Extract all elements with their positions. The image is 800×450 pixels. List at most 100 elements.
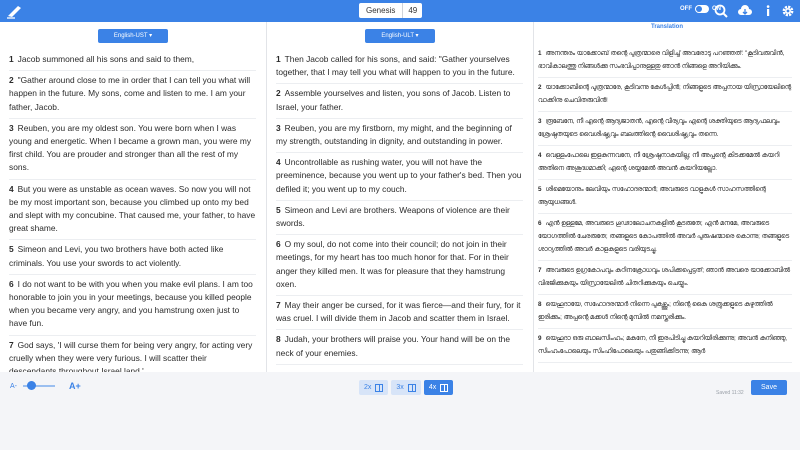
info-icon[interactable] xyxy=(760,3,776,19)
verse-row[interactable]: 2 Assemble yourselves and listen, you son… xyxy=(276,84,523,119)
verse-text: O my soul, do not come into their counci… xyxy=(276,239,509,289)
verse-number: 5 xyxy=(538,186,542,193)
verse-number: 7 xyxy=(538,267,542,274)
verse-number: 1 xyxy=(9,54,14,64)
verse-row[interactable]: 9 യെഹൂദാ ഒരു ബാലസിംഹം; മകനേ, നീ ഇരപിടിച്ച… xyxy=(538,329,792,363)
verse-number: 7 xyxy=(9,339,14,350)
verse-row[interactable]: 4 But you were as unstable as ocean waves… xyxy=(9,180,256,241)
verse-text: അവരുടെ ഉഗ്രകോപവും കഠിനക്രോധവും ശപിക്കപ്പ… xyxy=(538,267,790,287)
font-size-control: A- A+ xyxy=(10,381,81,391)
cloud-download-icon[interactable] xyxy=(737,3,753,19)
toggle-switch[interactable] xyxy=(695,5,709,13)
verse-row[interactable]: 3 Reuben, you are my firstborn, my might,… xyxy=(276,119,523,154)
pane-source-2: English-ULT 1Then Jacob called for his s… xyxy=(266,22,533,372)
verse-text: യെഹൂദാ ഒരു ബാലസിംഹം; മകനേ, നീ ഇരപിടിച്ചു… xyxy=(538,335,787,355)
verse-text: Assemble yourselves and listen, you sons… xyxy=(276,88,511,112)
layout-label: 2x xyxy=(364,384,372,391)
verse-text: ശിമെയോനും ലേവിയും സഹോദരന്മാർ; അവരുടെ വാള… xyxy=(538,186,766,206)
pen-logo-icon[interactable] xyxy=(6,3,24,19)
verse-row[interactable]: 5 Simeon and Levi are brothers. Weapons o… xyxy=(276,201,523,236)
pane-1-version-dropdown[interactable]: English-UST xyxy=(98,29,168,43)
chapter-number[interactable]: 49 xyxy=(402,3,422,18)
verse-row[interactable]: 5 Simeon and Levi, you two brothers have … xyxy=(9,240,256,275)
verse-text: Simeon and Levi are brothers. Weapons of… xyxy=(276,204,510,229)
verse-text: Reuben, you are my oldest son. You were … xyxy=(9,122,252,173)
verse-row[interactable]: 8 Judah, your brothers will praise you. Y… xyxy=(276,330,523,365)
verse-row[interactable]: 6 എൻ ഉള്ളമേ, അവരുടെ ഗൂഢാലോചനകളിൽ കൂടരുതേ;… xyxy=(538,214,792,261)
verse-row[interactable]: 2 യാക്കോബിന്റെ പുത്രന്മാരേ, കൂടിവന്നു കേൾ… xyxy=(538,78,792,112)
verse-number: 4 xyxy=(9,183,14,194)
pane-source-1: English-UST 1Jacob summoned all his sons… xyxy=(0,22,266,372)
verse-number: 8 xyxy=(276,334,281,345)
column-layout-buttons: 2x 3x 4x xyxy=(359,380,454,395)
verse-row[interactable]: 7 അവരുടെ ഉഗ്രകോപവും കഠിനക്രോധവും ശപിക്കപ്… xyxy=(538,261,792,295)
top-bar: Genesis 49 OFF ON xyxy=(0,0,800,22)
translation-verses[interactable]: 1 അനന്തരം യാക്കോബ് തന്റെ പുത്രന്മാരെ വിളി… xyxy=(538,44,792,363)
font-increase-button[interactable]: A+ xyxy=(69,381,81,391)
verse-row[interactable]: 1 അനന്തരം യാക്കോബ് തന്റെ പുത്രന്മാരെ വിളി… xyxy=(538,44,792,78)
saved-status: Saved 11:32 xyxy=(716,390,744,396)
verse-text: രൂബേനേ, നീ എന്റെ ആദ്യജാതൻ, എന്റെ വീര്യവു… xyxy=(538,118,780,138)
verse-row[interactable]: 1 Jacob summoned all his sons and said to… xyxy=(9,50,256,72)
verse-text: May their anger be cursed, for it was fi… xyxy=(276,300,521,324)
verse-text: Judah, your brothers will praise you. Yo… xyxy=(276,334,511,358)
verse-number: 4 xyxy=(276,157,281,168)
book-chapter-selector[interactable]: Genesis 49 xyxy=(359,3,423,18)
verse-text: Simeon and Levi, you two brothers have b… xyxy=(9,244,224,268)
search-icon[interactable] xyxy=(713,3,729,19)
layout-label: 3x xyxy=(396,384,404,391)
verse-row[interactable]: 4 Uncontrollable as rushing water, you wi… xyxy=(276,153,523,201)
gear-icon[interactable] xyxy=(780,3,796,19)
bottom-bar: A- A+ 2x 3x 4x Saved 11:32 Save xyxy=(0,372,800,450)
verse-number: 8 xyxy=(538,301,542,308)
pane-2-verses[interactable]: 1 Then Jacob called for his sons, and sai… xyxy=(276,50,523,365)
verse-row[interactable]: 6O my soul, do not come into their counc… xyxy=(276,235,523,297)
save-button[interactable]: Save xyxy=(751,380,787,395)
layout-3x-button[interactable]: 3x xyxy=(391,380,421,395)
verse-number: 2 xyxy=(276,88,281,99)
verse-row[interactable]: 8 യെഹൂദായേ, സഹോദരന്മാർ നിന്നെ പുകഴ്ത്തും;… xyxy=(538,295,792,329)
verse-text: എൻ ഉള്ളമേ, അവരുടെ ഗൂഢാലോചനകളിൽ കൂടരുതേ; … xyxy=(538,220,790,253)
layout-label: 4x xyxy=(428,384,437,391)
slider-handle[interactable] xyxy=(27,381,36,390)
font-size-slider[interactable] xyxy=(23,381,55,390)
verse-number: 4 xyxy=(538,152,542,159)
verse-row[interactable]: 7 God says, 'I will curse them for being … xyxy=(9,336,256,372)
verse-text: I do not want to be with you when you ma… xyxy=(9,278,253,329)
verse-text: "Gather around close to me in order that… xyxy=(9,75,251,112)
verse-text: But you were as unstable as ocean waves.… xyxy=(9,183,256,234)
verse-row[interactable]: 4 വെള്ളംപോലെ ഇളകുന്നവനേ, നീ ശ്രേഷ്ഠനാകയില… xyxy=(538,146,792,180)
verse-text: Reuben, you are my firstborn, my might, … xyxy=(276,122,512,147)
verse-number: 5 xyxy=(276,204,281,215)
verse-row[interactable]: 5 ശിമെയോനും ലേവിയും സഹോദരന്മാർ; അവരുടെ വാ… xyxy=(538,180,792,214)
columns-icon xyxy=(375,383,384,392)
verse-text: വെള്ളംപോലെ ഇളകുന്നവനേ, നീ ശ്രേഷ്ഠനാകയില്… xyxy=(538,152,780,172)
verse-number: 6 xyxy=(9,278,14,289)
font-decrease-button[interactable]: A- xyxy=(10,383,17,390)
verse-row[interactable]: 6I do not want to be with you when you m… xyxy=(9,275,256,336)
verse-number: 6 xyxy=(538,220,542,227)
verse-text: യെഹൂദായേ, സഹോദരന്മാർ നിന്നെ പുകഴ്ത്തും; … xyxy=(538,301,773,321)
verse-row[interactable]: 7 May their anger be cursed, for it was f… xyxy=(276,296,523,331)
verse-number: 5 xyxy=(9,244,14,255)
reading-panes: English-UST 1Jacob summoned all his sons… xyxy=(0,22,800,372)
layout-4x-button[interactable]: 4x xyxy=(423,380,454,395)
verse-number: 1 xyxy=(538,50,542,57)
verse-number: 7 xyxy=(276,300,281,311)
verse-text: അനന്തരം യാക്കോബ് തന്റെ പുത്രന്മാരെ വിളിച… xyxy=(538,50,785,70)
verse-row[interactable]: 1 Then Jacob called for his sons, and sai… xyxy=(276,50,523,85)
book-name[interactable]: Genesis xyxy=(359,3,402,18)
layout-2x-button[interactable]: 2x xyxy=(359,380,389,395)
translation-title: Translation xyxy=(650,24,683,30)
verse-row[interactable]: 2 "Gather around close to me in order tha… xyxy=(9,71,256,119)
verse-row[interactable]: 3 രൂബേനേ, നീ എന്റെ ആദ്യജാതൻ, എന്റെ വീര്യവ… xyxy=(538,112,792,146)
verse-text: God says, 'I will curse them for being v… xyxy=(9,339,253,372)
verse-text: Uncontrollable as rushing water, you wil… xyxy=(276,157,522,194)
pane-2-version-dropdown[interactable]: English-ULT xyxy=(365,29,435,43)
verse-text: യാക്കോബിന്റെ പുത്രന്മാരേ, കൂടിവന്നു കേൾപ… xyxy=(538,84,791,104)
pane-1-verses[interactable]: 1 Jacob summoned all his sons and said to… xyxy=(9,50,256,372)
verse-text: Then Jacob called for his sons, and said… xyxy=(276,54,515,78)
verse-number: 2 xyxy=(9,75,14,86)
verse-number: 1 xyxy=(276,54,281,64)
verse-row[interactable]: 3 Reuben, you are my oldest son. You were… xyxy=(9,119,256,180)
